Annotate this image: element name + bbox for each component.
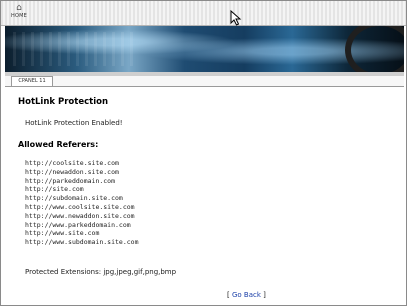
status-message: HotLink Protection Enabled! bbox=[25, 119, 123, 127]
top-toolbar: ⌂ HOME bbox=[1, 1, 406, 26]
go-back-link[interactable]: Go Back bbox=[232, 291, 261, 299]
list-item: http://www.subdomain.site.com bbox=[25, 238, 139, 247]
banner-graphic bbox=[13, 32, 133, 66]
home-label: HOME bbox=[11, 13, 27, 19]
cpanel-banner bbox=[5, 26, 404, 72]
app-window: ⌂ HOME CPANEL 11 HotLink Protection HotL… bbox=[0, 0, 407, 306]
list-item: http://www.coolsite.site.com bbox=[25, 202, 135, 211]
list-item: http://newaddon.site.com bbox=[25, 167, 119, 176]
list-item: http://parkeddomain.com bbox=[25, 176, 116, 185]
tab-cpanel[interactable]: CPANEL 11 bbox=[11, 76, 53, 86]
list-item: http://coolsite.site.com bbox=[25, 159, 119, 167]
list-item: http://www.site.com bbox=[25, 229, 100, 238]
home-icon: ⌂ bbox=[16, 3, 22, 13]
banner-logo-arc bbox=[345, 26, 404, 72]
bracket-close: ] bbox=[260, 291, 266, 299]
protected-extensions: Protected Extensions: jpg,jpeg,gif,png,b… bbox=[25, 268, 177, 276]
referers-list: http://coolsite.site.com http://newaddon… bbox=[25, 159, 139, 247]
list-item: http://www.newaddon.site.com bbox=[25, 211, 135, 220]
go-back-group: [ Go Back ] bbox=[227, 291, 266, 299]
list-item: http://subdomain.site.com bbox=[25, 194, 123, 203]
tab-strip: CPANEL 11 bbox=[5, 76, 404, 87]
referers-heading: Allowed Referers: bbox=[18, 140, 99, 149]
home-button[interactable]: ⌂ HOME bbox=[7, 3, 31, 23]
page-title: HotLink Protection bbox=[18, 97, 109, 107]
mouse-cursor-icon bbox=[230, 10, 242, 26]
list-item: http://www.parkeddomain.com bbox=[25, 220, 131, 229]
list-item: http://site.com bbox=[25, 185, 84, 194]
